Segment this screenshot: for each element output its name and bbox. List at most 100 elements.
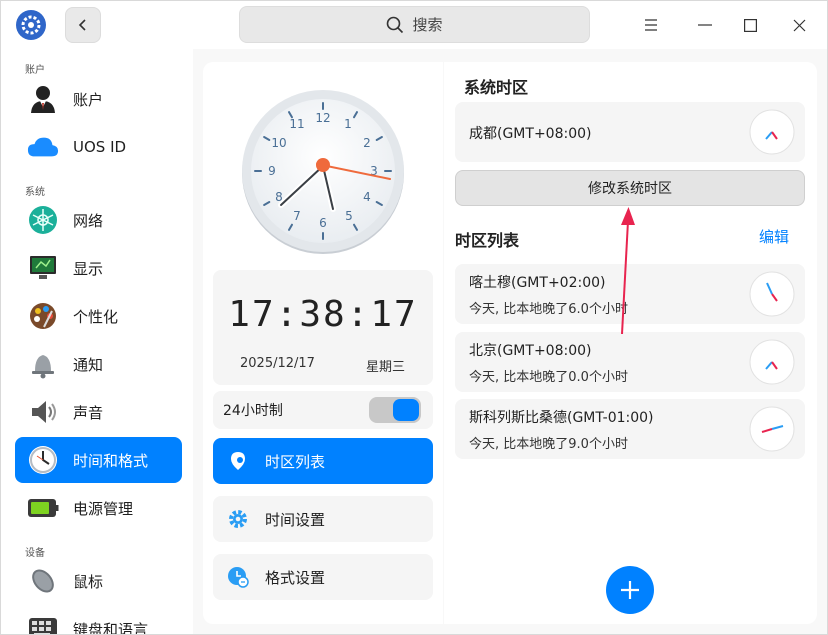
close-button[interactable] bbox=[785, 11, 813, 39]
sidebar-item-label: 声音 bbox=[73, 403, 104, 422]
menu-button[interactable] bbox=[637, 11, 665, 39]
system-timezone-city: 成都(GMT+08:00) bbox=[469, 126, 592, 142]
sidebar-item-label: 显示 bbox=[73, 259, 104, 278]
clock-numeral: 1 bbox=[344, 117, 352, 131]
hamburger-icon bbox=[645, 19, 657, 31]
clock-numeral: 4 bbox=[363, 190, 371, 204]
close-icon bbox=[793, 19, 805, 31]
title-bar: 搜索 bbox=[1, 1, 827, 49]
network-icon bbox=[27, 204, 59, 236]
sidebar-item-account[interactable]: 账户 bbox=[15, 76, 182, 122]
format-clock-icon bbox=[227, 566, 249, 588]
digital-clock-card: 17:38:17 2025/12/17 星期三 bbox=[213, 270, 433, 385]
timezone-clock-icon bbox=[749, 339, 795, 385]
palette-icon bbox=[27, 300, 59, 332]
hour24-switch[interactable] bbox=[369, 397, 421, 423]
sidebar-item-power[interactable]: 电源管理 bbox=[15, 485, 182, 531]
search-label: 搜索 bbox=[412, 16, 443, 34]
clock-numeral: 10 bbox=[271, 136, 286, 150]
timezone-list-heading: 时区列表 bbox=[455, 231, 520, 250]
clock-numeral: 7 bbox=[293, 209, 301, 223]
minimize-button[interactable] bbox=[691, 11, 719, 39]
maximize-icon bbox=[743, 18, 757, 32]
sidebar-item-display[interactable]: 显示 bbox=[15, 245, 182, 291]
sidebar-item-label: 账户 bbox=[73, 90, 104, 109]
search-box[interactable]: 搜索 bbox=[239, 6, 590, 43]
timezone-offset-text: 今天, 比本地晚了0.0个小时 bbox=[469, 370, 628, 385]
timezone-panel: 系统时区 成都(GMT+08:00) 修改系统时区 时区列表 编辑 喀土穆(GM… bbox=[444, 62, 817, 624]
section-label-devices: 设备 bbox=[25, 548, 45, 559]
clock-numeral: 12 bbox=[315, 111, 330, 125]
sidebar-item-label: 键盘和语言 bbox=[73, 620, 149, 635]
timezone-offset-text: 今天, 比本地晚了9.0个小时 bbox=[469, 437, 628, 452]
sidebar-item-network[interactable]: 网络 bbox=[15, 197, 182, 243]
menu-label: 格式设置 bbox=[265, 568, 326, 587]
analog-clock: 12 1 2 3 4 5 6 7 8 9 10 11 bbox=[240, 88, 406, 254]
app-logo-icon bbox=[16, 10, 46, 40]
system-timezone-clock-icon bbox=[749, 109, 795, 155]
edit-timezone-list-button[interactable]: 编辑 bbox=[759, 226, 789, 247]
sidebar-item-label: 个性化 bbox=[73, 307, 119, 326]
sidebar-item-label: 电源管理 bbox=[73, 499, 134, 518]
clock-numeral: 6 bbox=[319, 216, 327, 230]
time-settings-panel: 12 1 2 3 4 5 6 7 8 9 10 11 17:38:17 2025… bbox=[203, 62, 443, 624]
hour24-label: 24小时制 bbox=[223, 403, 283, 419]
current-weekday: 星期三 bbox=[365, 360, 405, 375]
sidebar-item-sound[interactable]: 声音 bbox=[15, 389, 182, 435]
location-pin-icon bbox=[227, 450, 249, 472]
sidebar: 账户 账户 UOS ID 系统 网络 显示 个性化 通知 声音 时间和格式 电源… bbox=[1, 49, 193, 634]
timezone-clock-icon bbox=[749, 406, 795, 452]
timezone-list-item[interactable]: 斯科列斯比桑德(GMT-01:00) 今天, 比本地晚了9.0个小时 bbox=[455, 399, 805, 459]
sidebar-item-mouse[interactable]: 鼠标 bbox=[15, 558, 182, 604]
mouse-icon bbox=[27, 565, 59, 597]
settings-window: 搜索 账户 账户 UOS ID 系统 网络 显示 个性化 通知 声音 时间和格式… bbox=[0, 0, 828, 635]
keyboard-icon bbox=[27, 613, 59, 634]
sidebar-item-keyboard[interactable]: 键盘和语言 bbox=[15, 606, 182, 635]
maximize-button[interactable] bbox=[736, 11, 764, 39]
minimize-icon bbox=[698, 24, 712, 26]
display-icon bbox=[27, 252, 59, 284]
sidebar-item-label: 通知 bbox=[73, 355, 104, 374]
sidebar-item-label: 网络 bbox=[73, 211, 104, 230]
menu-time-settings[interactable]: 时间设置 bbox=[213, 496, 433, 542]
clock-numeral: 9 bbox=[268, 164, 276, 178]
timezone-city: 斯科列斯比桑德(GMT-01:00) bbox=[469, 410, 654, 426]
battery-icon bbox=[27, 492, 59, 524]
bell-icon bbox=[27, 348, 59, 380]
sidebar-item-label: 鼠标 bbox=[73, 572, 104, 591]
switch-knob bbox=[393, 399, 419, 421]
annotation-arrow bbox=[621, 207, 635, 335]
system-timezone-card: 成都(GMT+08:00) bbox=[455, 102, 805, 162]
chevron-left-icon bbox=[78, 19, 86, 31]
section-label-account: 账户 bbox=[25, 65, 45, 76]
clock-numeral: 11 bbox=[289, 117, 304, 131]
plus-icon bbox=[621, 581, 639, 599]
sidebar-item-label: UOS ID bbox=[73, 138, 127, 156]
current-date: 2025/12/17 bbox=[240, 356, 315, 371]
sidebar-item-uos-id[interactable]: UOS ID bbox=[15, 124, 182, 170]
section-label-system: 系统 bbox=[25, 187, 45, 198]
gear-icon bbox=[227, 508, 249, 530]
menu-timezone-list[interactable]: 时区列表 bbox=[213, 438, 433, 484]
clock-numeral: 5 bbox=[345, 209, 353, 223]
timezone-city: 喀土穆(GMT+02:00) bbox=[469, 275, 606, 291]
clock-numeral: 2 bbox=[363, 136, 371, 150]
sidebar-item-label: 时间和格式 bbox=[73, 451, 149, 470]
timezone-clock-icon bbox=[749, 271, 795, 317]
sidebar-item-personalization[interactable]: 个性化 bbox=[15, 293, 182, 339]
back-button[interactable] bbox=[65, 7, 101, 43]
sidebar-item-time-format[interactable]: 时间和格式 bbox=[15, 437, 182, 483]
digital-time: 17:38:17 bbox=[228, 294, 418, 335]
menu-format-settings[interactable]: 格式设置 bbox=[213, 554, 433, 600]
timezone-list-item[interactable]: 北京(GMT+08:00) 今天, 比本地晚了0.0个小时 bbox=[455, 332, 805, 392]
menu-label: 时间设置 bbox=[265, 510, 326, 529]
clock-icon bbox=[27, 444, 59, 476]
add-timezone-button[interactable] bbox=[606, 566, 654, 614]
sidebar-item-notification[interactable]: 通知 bbox=[15, 341, 182, 387]
account-icon bbox=[27, 83, 59, 115]
search-icon bbox=[387, 16, 404, 33]
system-timezone-heading: 系统时区 bbox=[464, 78, 529, 97]
cloud-icon bbox=[27, 131, 59, 163]
hour24-row: 24小时制 bbox=[213, 391, 433, 429]
speaker-icon bbox=[27, 396, 59, 428]
